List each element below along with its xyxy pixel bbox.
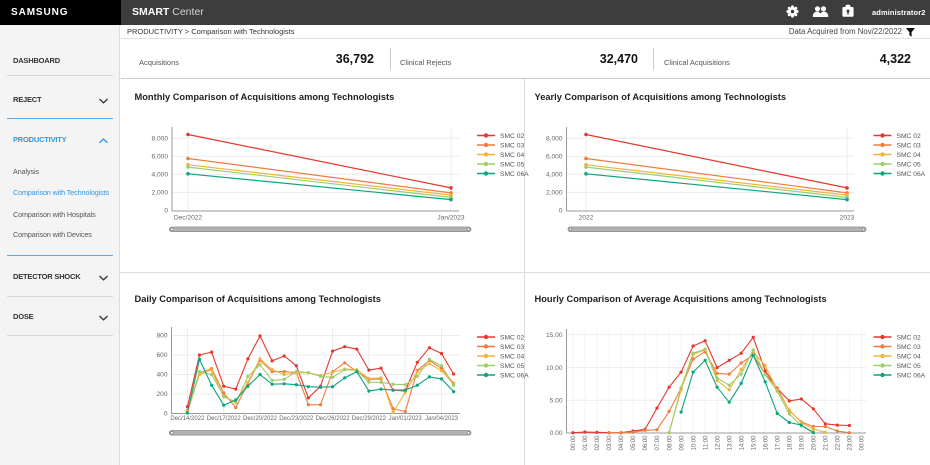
svg-text:Jan/2023: Jan/2023 [437,215,464,222]
svg-text:00:00: 00:00 [571,435,577,451]
svg-text:SMC 02: SMC 02 [500,334,524,341]
svg-text:09:00: 09:00 [679,435,685,451]
svg-text:16:00: 16:00 [763,435,769,451]
svg-text:SMC 03: SMC 03 [897,344,921,351]
svg-text:08:00: 08:00 [667,435,673,451]
svg-text:Daily Comparison of Acquisitio: Daily Comparison of Acquisitions among T… [135,294,381,304]
svg-text:22:00: 22:00 [836,435,842,451]
svg-text:23:00: 23:00 [848,435,854,451]
svg-text:SMC 04: SMC 04 [897,152,921,159]
svg-text:8,000: 8,000 [546,135,563,142]
svg-text:02:00: 02:00 [595,435,601,451]
svg-text:03:00: 03:00 [607,435,613,451]
svg-text:2023: 2023 [840,215,855,222]
svg-text:Monthly Comparison of Acquisit: Monthly Comparison of Acquisitions among… [135,92,395,102]
svg-text:400: 400 [156,372,167,379]
svg-text:Dec/14/2022: Dec/14/2022 [170,416,205,422]
svg-text:04:00: 04:00 [619,435,625,451]
svg-text:19:00: 19:00 [800,435,806,451]
svg-text:SMC 04: SMC 04 [897,353,921,360]
svg-text:00:00: 00:00 [860,435,866,451]
svg-text:2,000: 2,000 [546,190,563,197]
svg-text:10:00: 10:00 [691,435,697,451]
svg-text:10.00: 10.00 [546,365,563,372]
svg-text:Yearly Comparison of Acquisiti: Yearly Comparison of Acquisitions among … [535,92,787,102]
svg-text:SMC 05: SMC 05 [500,161,524,168]
svg-text:SMC 02: SMC 02 [897,334,921,341]
svg-text:5.00: 5.00 [550,398,563,405]
svg-text:Dec/29/2022: Dec/29/2022 [352,416,387,422]
svg-text:6,000: 6,000 [151,153,168,160]
svg-text:2,000: 2,000 [151,190,168,197]
svg-text:17:00: 17:00 [775,435,781,451]
svg-text:Dec/20/2022: Dec/20/2022 [243,416,278,422]
svg-text:SMC 04: SMC 04 [500,152,524,159]
svg-text:0: 0 [559,208,563,215]
svg-text:SMC 05: SMC 05 [897,363,921,370]
svg-text:13:00: 13:00 [727,435,733,451]
svg-text:800: 800 [156,333,167,340]
svg-text:Dec/17/2022: Dec/17/2022 [207,416,242,422]
svg-text:Dec/2022: Dec/2022 [174,215,203,222]
svg-text:SMC 06A: SMC 06A [500,171,529,178]
svg-text:Jan/01/2023: Jan/01/2023 [389,416,423,422]
svg-text:8,000: 8,000 [151,135,168,142]
svg-text:0.00: 0.00 [550,430,563,437]
svg-text:05:00: 05:00 [631,435,637,451]
svg-text:SMC 06A: SMC 06A [897,372,926,379]
svg-text:4,000: 4,000 [546,172,563,179]
svg-text:12:00: 12:00 [715,435,721,451]
svg-text:600: 600 [156,352,167,359]
svg-text:SMC 02: SMC 02 [897,133,921,140]
svg-text:06:00: 06:00 [643,435,649,451]
svg-text:Hourly Comparison of Average A: Hourly Comparison of Average Acquisition… [535,294,827,304]
svg-text:4,000: 4,000 [151,172,168,179]
svg-text:Dec/26/2022: Dec/26/2022 [316,416,351,422]
svg-text:Jan/04/2023: Jan/04/2023 [425,416,459,422]
svg-text:SMC 05: SMC 05 [897,161,921,168]
svg-text:15:00: 15:00 [751,435,757,451]
svg-text:0: 0 [164,208,168,215]
svg-text:14:00: 14:00 [739,435,745,451]
svg-text:Dec/23/2022: Dec/23/2022 [279,416,314,422]
svg-text:200: 200 [156,391,167,398]
svg-text:11:00: 11:00 [703,435,709,450]
svg-text:18:00: 18:00 [788,435,794,451]
svg-text:2022: 2022 [579,215,594,222]
svg-text:SMC 05: SMC 05 [500,363,524,370]
svg-text:SMC 06A: SMC 06A [500,372,529,379]
svg-text:SMC 06A: SMC 06A [897,171,926,178]
svg-text:6,000: 6,000 [546,153,563,160]
svg-text:SMC 03: SMC 03 [500,142,524,149]
svg-text:15.00: 15.00 [546,332,563,339]
svg-text:SMC 04: SMC 04 [500,353,524,360]
svg-text:01:00: 01:00 [583,435,589,451]
svg-text:0: 0 [164,411,168,418]
svg-text:SMC 02: SMC 02 [500,133,524,140]
svg-text:20:00: 20:00 [812,435,818,451]
svg-text:SMC 03: SMC 03 [897,142,921,149]
svg-text:21:00: 21:00 [824,435,830,451]
svg-text:SMC 03: SMC 03 [500,344,524,351]
svg-text:07:00: 07:00 [655,435,661,451]
